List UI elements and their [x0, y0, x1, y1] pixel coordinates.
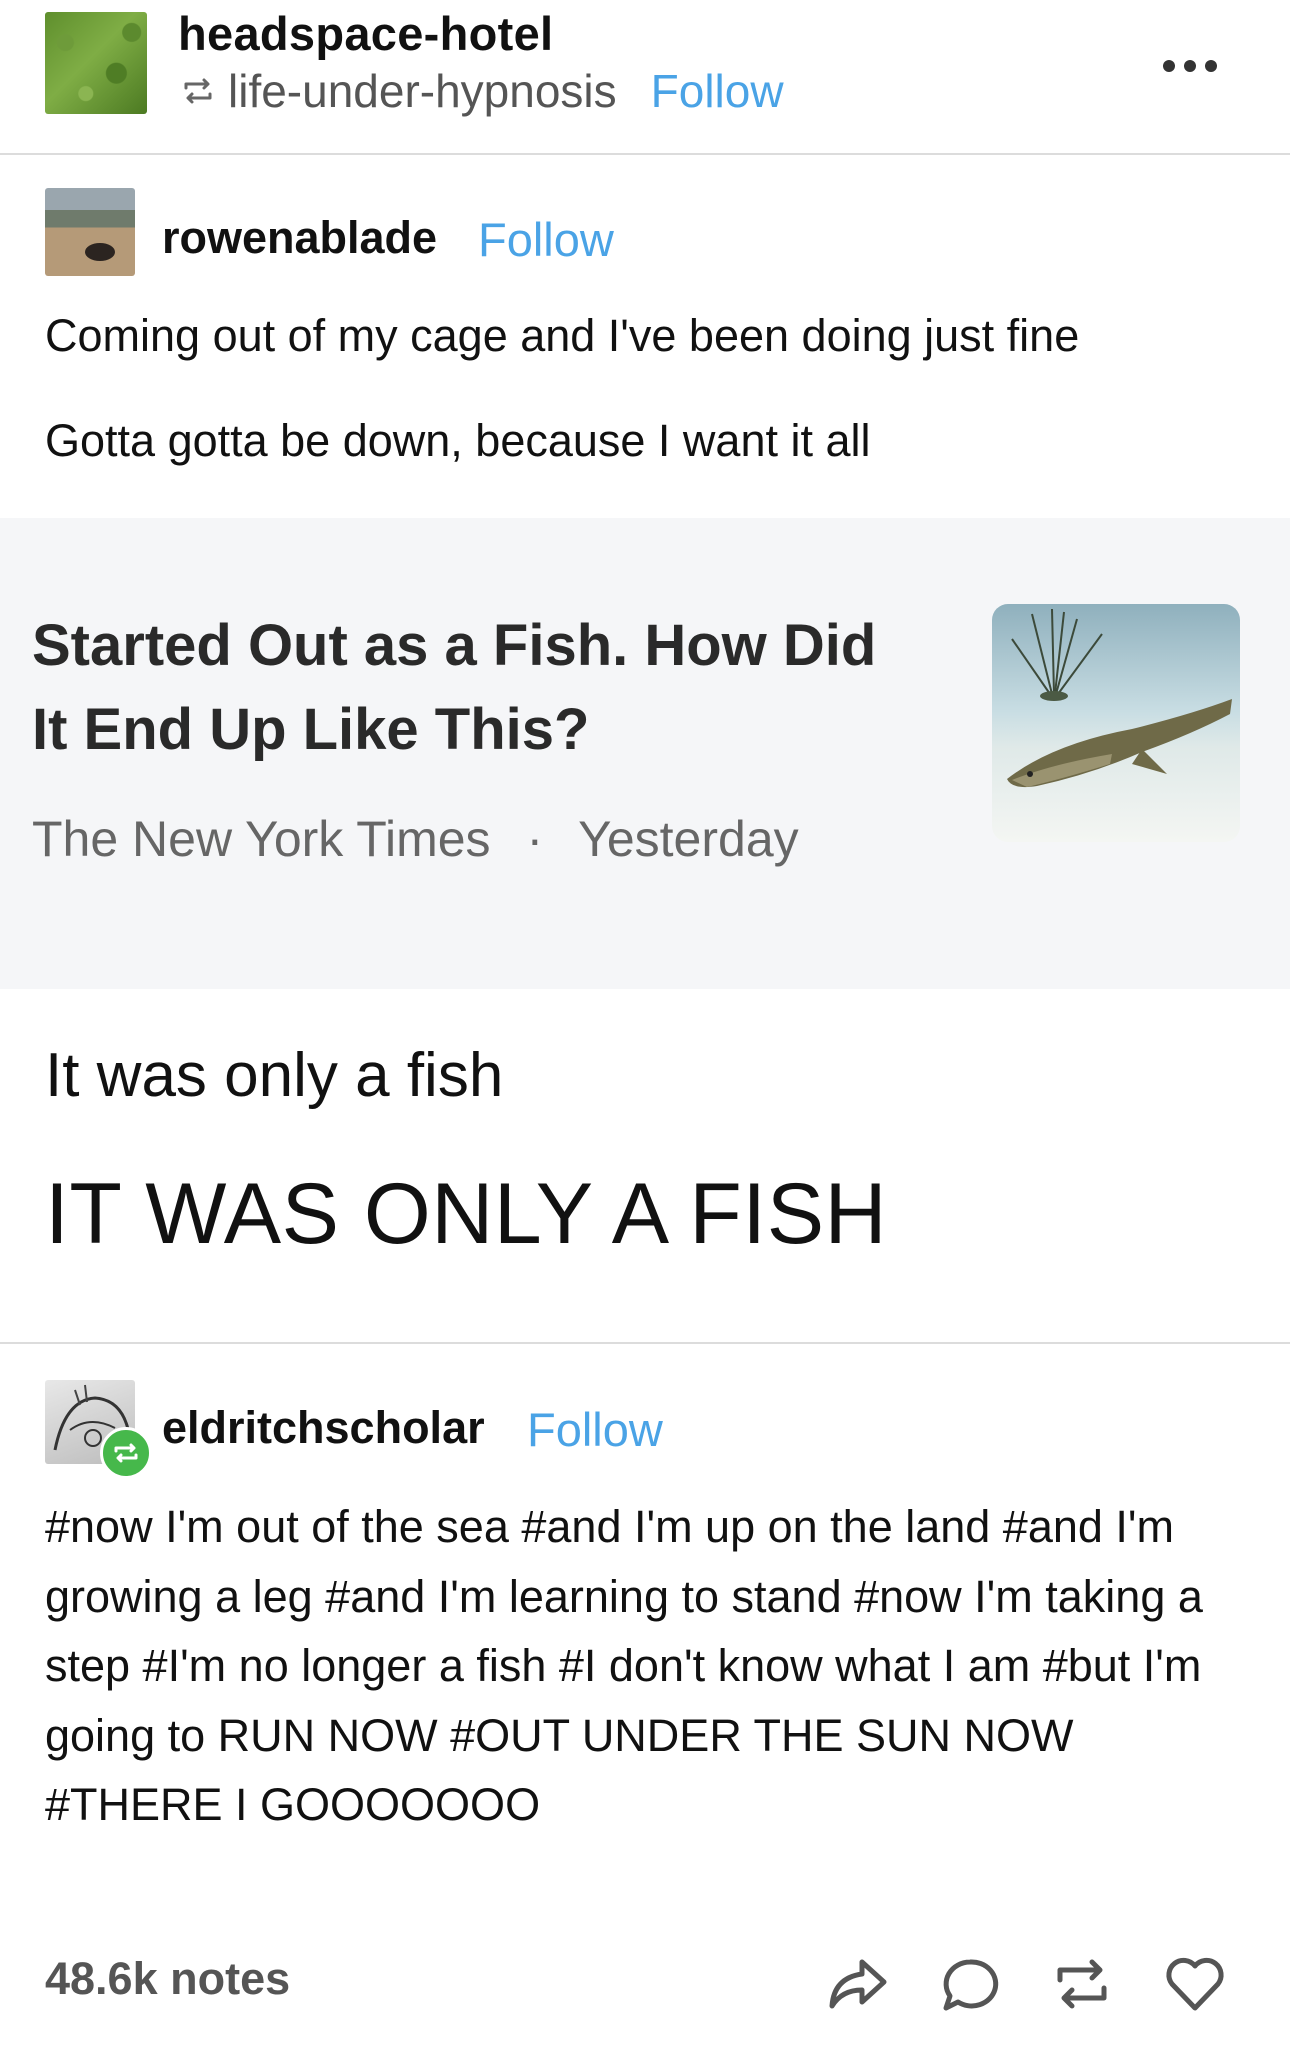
link-card-title[interactable]: Started Out as a Fish. How Did It End Up… [32, 604, 892, 772]
reblog-badge-icon [100, 1427, 152, 1479]
post-divider [0, 1342, 1290, 1344]
link-card-publisher: The New York Times [32, 811, 491, 867]
reblogged-from-name[interactable]: life-under-hypnosis [228, 64, 617, 118]
user-avatar-rowenablade[interactable] [45, 188, 135, 276]
reblog-small-icon [184, 78, 212, 104]
link-card-source: The New York Times · Yesterday [32, 810, 799, 868]
like-icon[interactable] [1164, 1956, 1226, 2012]
follow-button-rowenablade[interactable]: Follow [478, 212, 614, 267]
blog-name[interactable]: headspace-hotel [178, 6, 553, 61]
link-card-thumbnail[interactable] [992, 604, 1240, 842]
post-text-line: Coming out of my cage and I've been doin… [45, 310, 1080, 361]
link-card-time: Yesterday [578, 811, 799, 867]
fish-illustration [1007, 608, 1232, 788]
reblog-source-line: life-under-hypnosis Follow [180, 64, 784, 118]
follow-button-reblog-source[interactable]: Follow [651, 64, 784, 118]
share-icon[interactable] [828, 1956, 888, 2012]
post-text-line: It was only a fish [45, 1041, 504, 1110]
post-text-heading: IT WAS ONLY A FISH [45, 1166, 888, 1262]
reblog-icon[interactable] [1052, 1956, 1112, 2012]
username-eldritchscholar[interactable]: eldritchscholar [162, 1402, 485, 1454]
more-options-icon[interactable] [1163, 60, 1217, 72]
post-tags[interactable]: #now I'm out of the sea #and I'm up on t… [45, 1492, 1245, 1840]
follow-button-eldritchscholar[interactable]: Follow [527, 1402, 663, 1457]
blog-avatar[interactable] [45, 12, 147, 114]
header-divider [0, 153, 1290, 155]
username-rowenablade[interactable]: rowenablade [162, 212, 437, 264]
reply-icon[interactable] [940, 1956, 1000, 2014]
notes-count[interactable]: 48.6k notes [45, 1953, 290, 2005]
link-card-separator: · [526, 811, 544, 867]
post-text-line: Gotta gotta be down, because I want it a… [45, 415, 871, 466]
